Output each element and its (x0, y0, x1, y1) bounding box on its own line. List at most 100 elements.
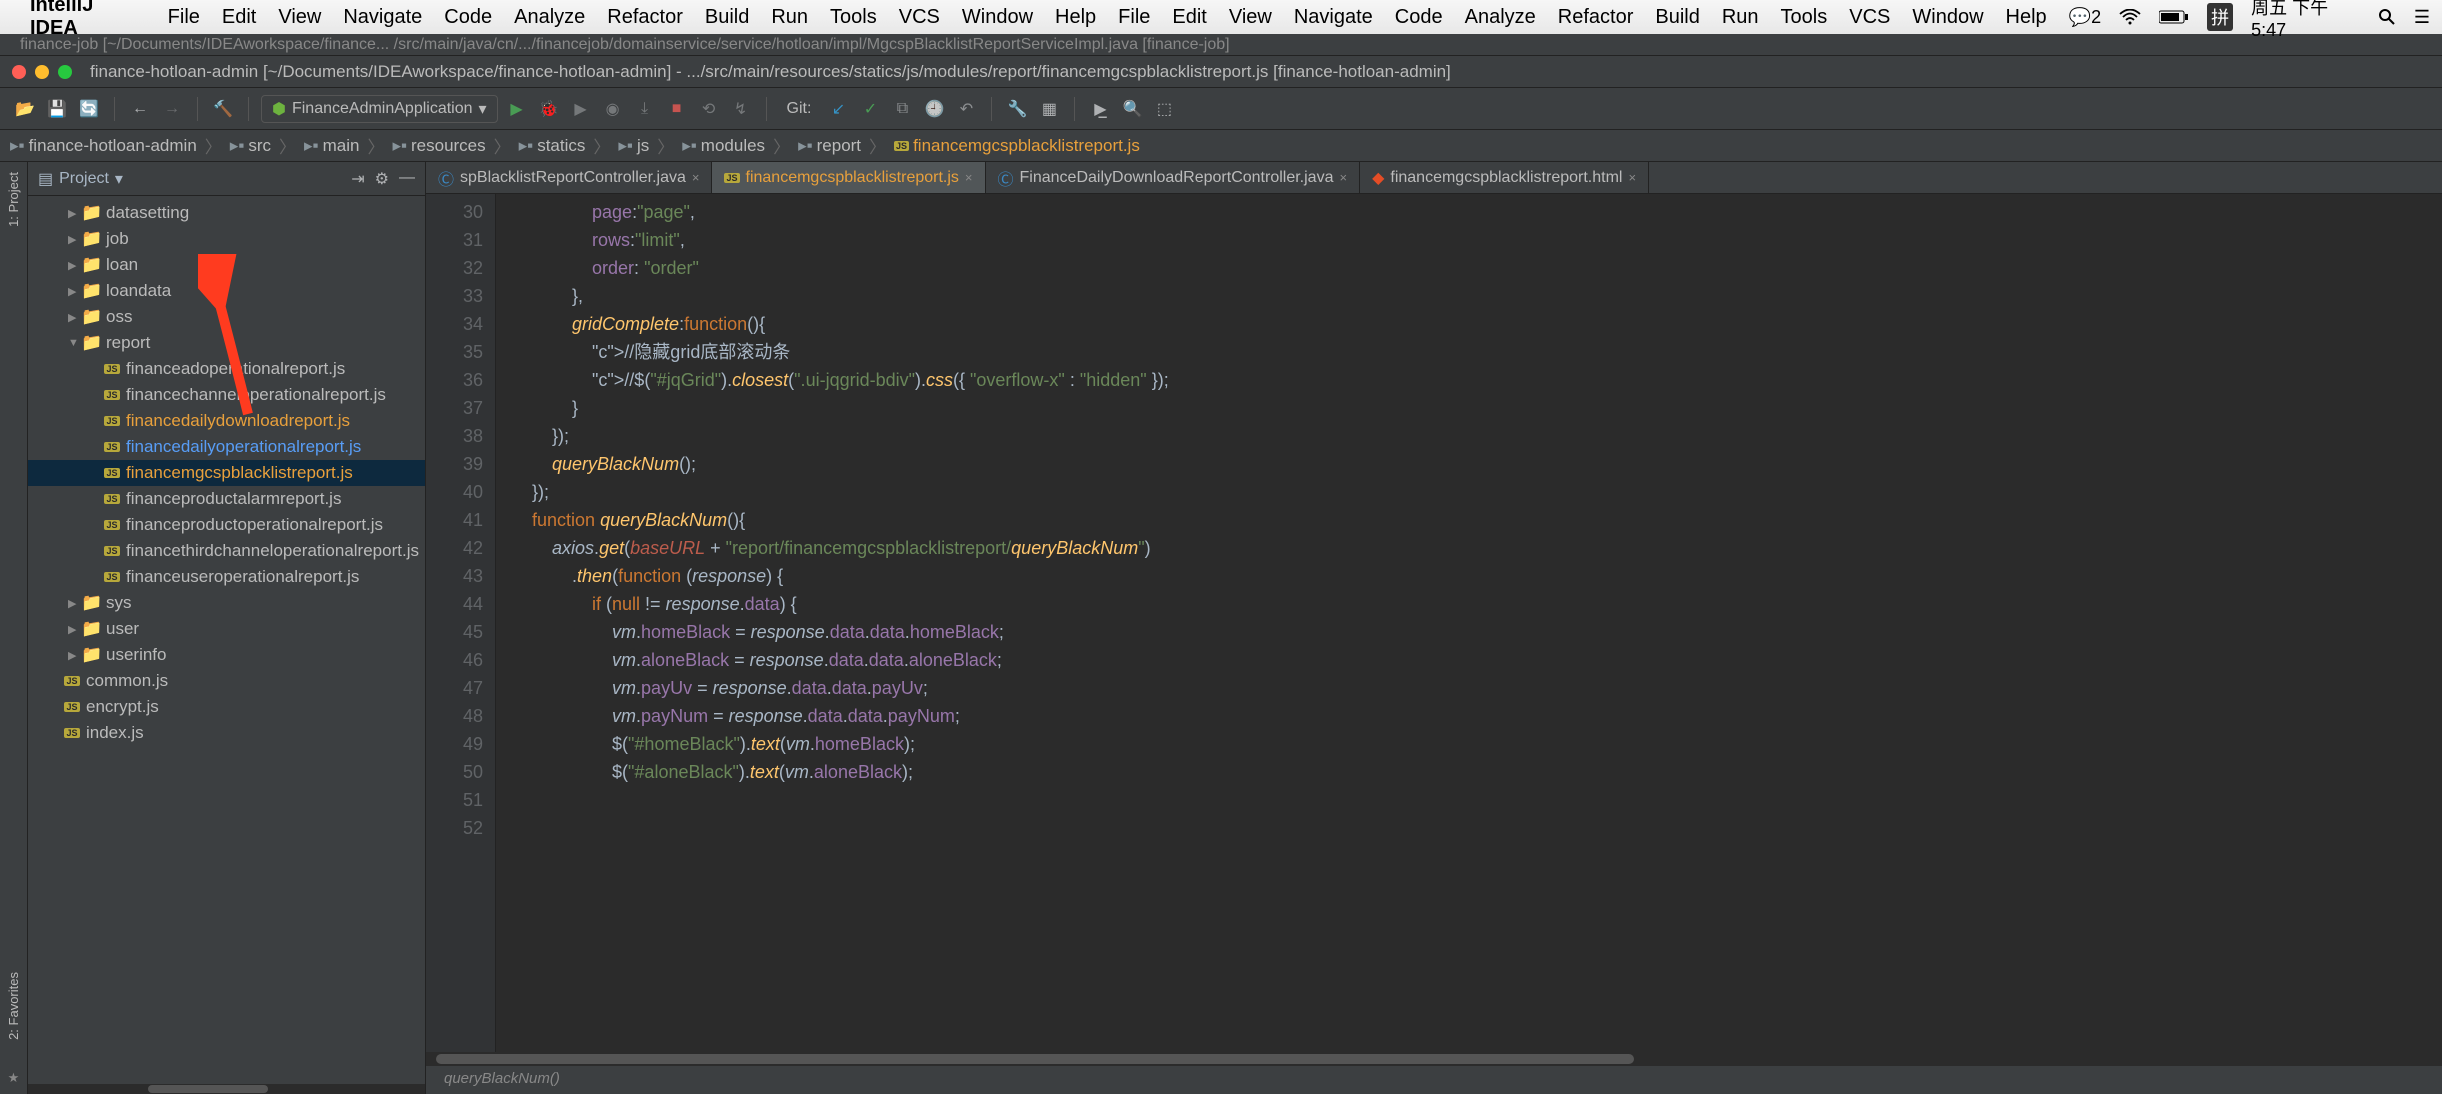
tree-item-financethirdchanneloperationalreport.js[interactable]: JSfinancethirdchanneloperationalreport.j… (28, 538, 425, 564)
tree-item-financeadoperationalreport.js[interactable]: JSfinanceadoperationalreport.js (28, 356, 425, 382)
trace-icon[interactable]: ↯ (728, 96, 754, 122)
editor-horizontal-scrollbar[interactable] (436, 1052, 2432, 1066)
debug-icon[interactable]: 🐞 (536, 96, 562, 122)
forward-icon[interactable]: → (159, 96, 185, 122)
sdk-icon[interactable]: ▦ (1036, 96, 1062, 122)
stop-icon[interactable]: ■ (664, 96, 690, 122)
breadcrumb-report[interactable]: ▸▪report (798, 136, 861, 156)
menubar-item-window[interactable]: Window (1912, 6, 1983, 29)
git-compare-icon[interactable]: ⧉ (889, 96, 915, 122)
input-method-icon[interactable]: 拼 (2207, 3, 2233, 31)
editor-tab-financemgcspblacklistreport.js[interactable]: JSfinancemgcspblacklistreport.js× (712, 162, 985, 193)
wechat-icon[interactable]: 💬 2 (2069, 7, 2101, 28)
tree-item-financeproductoperationalreport.js[interactable]: JSfinanceproductoperationalreport.js (28, 512, 425, 538)
build-icon[interactable]: 🔨 (210, 96, 236, 122)
tree-item-loan[interactable]: ▶📁loan (28, 252, 425, 278)
tree-item-oss[interactable]: ▶📁oss (28, 304, 425, 330)
tree-item-financemgcspblacklistreport.js[interactable]: JSfinancemgcspblacklistreport.js (28, 460, 425, 486)
tree-item-datasetting[interactable]: ▶📁datasetting (28, 200, 425, 226)
menubar-item-edit[interactable]: Edit (222, 6, 256, 29)
tree-item-index.js[interactable]: JSindex.js (28, 720, 425, 746)
breadcrumb-modules[interactable]: ▸▪modules (682, 136, 765, 156)
code-editor[interactable]: 3031323334353637383940414243444546474849… (426, 194, 2442, 1052)
sync-icon[interactable]: 🔄 (76, 96, 102, 122)
coverage-icon[interactable]: ▶ (568, 96, 594, 122)
menubar-item-view[interactable]: View (278, 6, 321, 29)
attach-icon[interactable]: ⤓ (632, 96, 658, 122)
tree-item-loandata[interactable]: ▶📁loandata (28, 278, 425, 304)
menubar-item-tools[interactable]: Tools (830, 6, 877, 29)
run-icon[interactable]: ▶ (504, 96, 530, 122)
breadcrumb-resources[interactable]: ▸▪resources (392, 136, 485, 156)
run-configuration-dropdown[interactable]: ⬢ FinanceAdminApplication ▾ (261, 95, 498, 123)
save-icon[interactable]: 💾 (44, 96, 70, 122)
tree-item-user[interactable]: ▶📁user (28, 616, 425, 642)
editor-tab-financemgcspblacklistreport.html[interactable]: ◆financemgcspblacklistreport.html× (1360, 162, 1649, 193)
menubar-item-tools[interactable]: Tools (1781, 6, 1828, 29)
breadcrumb-js[interactable]: ▸▪js (618, 136, 649, 156)
tree-item-financedailydownloadreport.js[interactable]: JSfinancedailydownloadreport.js (28, 408, 425, 434)
editor-tab-spBlacklistReportController.java[interactable]: ⒸspBlacklistReportController.java× (426, 162, 712, 193)
git-revert-icon[interactable]: ↶ (953, 96, 979, 122)
tree-item-financeproductalarmreport.js[interactable]: JSfinanceproductalarmreport.js (28, 486, 425, 512)
close-tab-icon[interactable]: × (1339, 170, 1347, 185)
git-history-icon[interactable]: 🕘 (921, 96, 947, 122)
notification-center-icon[interactable]: ☰ (2414, 7, 2430, 28)
settings-icon[interactable]: 🔧 (1004, 96, 1030, 122)
menubar-item-navigate[interactable]: Navigate (343, 6, 422, 29)
git-update-icon[interactable]: ↙ (825, 96, 851, 122)
tree-item-encrypt.js[interactable]: JSencrypt.js (28, 694, 425, 720)
back-icon[interactable]: ← (127, 96, 153, 122)
menubar-item-window[interactable]: Window (962, 6, 1033, 29)
breadcrumb-main[interactable]: ▸▪main (304, 136, 359, 156)
wifi-icon[interactable] (2119, 9, 2141, 25)
menubar-item-analyze[interactable]: Analyze (1465, 6, 1536, 29)
tree-item-job[interactable]: ▶📁job (28, 226, 425, 252)
menubar-item-analyze[interactable]: Analyze (514, 6, 585, 29)
menubar-item-help[interactable]: Help (2006, 6, 2047, 29)
clock[interactable]: 周五 下午5:47 (2251, 0, 2360, 41)
menubar-item-build[interactable]: Build (705, 6, 749, 29)
breadcrumb-src[interactable]: ▸▪src (230, 136, 271, 156)
menubar-item-file[interactable]: File (168, 6, 200, 29)
breadcrumb-finance-hotloan-admin[interactable]: ▸▪finance-hotloan-admin (10, 136, 197, 156)
menubar-item-code[interactable]: Code (444, 6, 492, 29)
tree-item-financeuseroperationalreport.js[interactable]: JSfinanceuseroperationalreport.js (28, 564, 425, 590)
project-horizontal-scrollbar[interactable] (28, 1084, 425, 1094)
menubar-item-code[interactable]: Code (1395, 6, 1443, 29)
menubar-item-refactor[interactable]: Refactor (1558, 6, 1634, 29)
menubar-item-vcs[interactable]: VCS (1849, 6, 1890, 29)
open-icon[interactable]: 📂 (12, 96, 38, 122)
gear-icon[interactable]: ⚙ (375, 169, 389, 189)
menubar-item-navigate[interactable]: Navigate (1294, 6, 1373, 29)
menubar-item-run[interactable]: Run (1722, 6, 1759, 29)
close-tab-icon[interactable]: × (1628, 170, 1636, 185)
collapse-icon[interactable]: ⇥ (351, 169, 364, 189)
tree-item-sys[interactable]: ▶📁sys (28, 590, 425, 616)
close-tab-icon[interactable]: × (965, 170, 973, 185)
menubar-item-edit[interactable]: Edit (1172, 6, 1206, 29)
git-commit-icon[interactable]: ✓ (857, 96, 883, 122)
menubar-item-vcs[interactable]: VCS (899, 6, 940, 29)
favorites-tool-button[interactable]: 2: Favorites (6, 972, 21, 1040)
profile-icon[interactable]: ◉ (600, 96, 626, 122)
tree-item-financedailyoperationalreport.js[interactable]: JSfinancedailyoperationalreport.js (28, 434, 425, 460)
menubar-item-build[interactable]: Build (1655, 6, 1699, 29)
structure-icon[interactable]: ⬚ (1151, 96, 1177, 122)
menubar-item-file[interactable]: File (1118, 6, 1150, 29)
search-everywhere-icon[interactable]: 🔍 (1119, 96, 1145, 122)
breadcrumb-financemgcspblacklistreport.js[interactable]: JSfinancemgcspblacklistreport.js (894, 136, 1140, 156)
tree-item-userinfo[interactable]: ▶📁userinfo (28, 642, 425, 668)
run-anything-icon[interactable]: ▶̲ (1087, 96, 1113, 122)
minimize-window-button[interactable] (35, 65, 49, 79)
breadcrumb-statics[interactable]: ▸▪statics (519, 136, 586, 156)
menubar-item-help[interactable]: Help (1055, 6, 1096, 29)
menubar-item-view[interactable]: View (1229, 6, 1272, 29)
editor-tab-FinanceDailyDownloadReportController.java[interactable]: ⒸFinanceDailyDownloadReportController.ja… (986, 162, 1361, 193)
tree-item-report[interactable]: ▼📁report (28, 330, 425, 356)
hide-icon[interactable]: — (399, 169, 415, 189)
hotswap-icon[interactable]: ⟲ (696, 96, 722, 122)
menubar-item-refactor[interactable]: Refactor (607, 6, 683, 29)
spotlight-icon[interactable] (2378, 8, 2396, 26)
tree-item-common.js[interactable]: JScommon.js (28, 668, 425, 694)
